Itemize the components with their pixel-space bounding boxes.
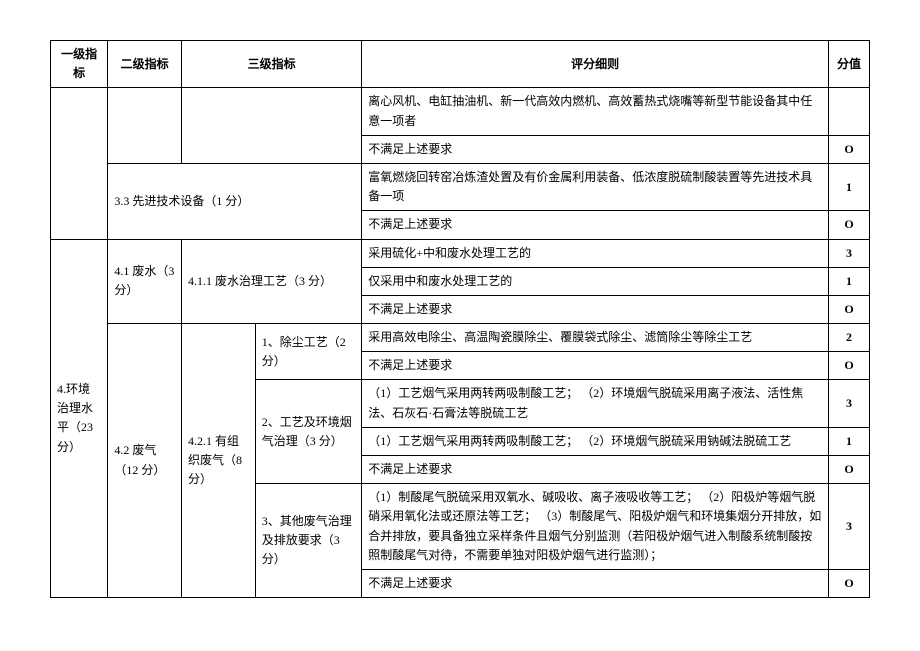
cell-score: 3: [829, 380, 870, 427]
cell-score: [829, 88, 870, 135]
header-l1: 一级指标: [51, 41, 108, 88]
table-row: 4.2 废气（12 分） 4.2.1 有组织废气（8 分） 1、除尘工艺（2 分…: [51, 324, 870, 352]
cell-l1-section4: 4.环境治理水平（23分）: [51, 239, 108, 598]
cell-rule: （1）工艺烟气采用两转两吸制酸工艺； （2）环境烟气脱硫采用钠碱法脱硫工艺: [362, 427, 829, 455]
cell-rule: 离心风机、电缸抽油机、新一代高效内燃机、高效蓄热式烧嘴等新型节能设备其中任意一项…: [362, 88, 829, 135]
header-rule: 评分细则: [362, 41, 829, 88]
cell-sub421: 4.2.1 有组织废气（8 分）: [182, 324, 256, 598]
cell-rule: 不满足上述要求: [362, 135, 829, 163]
cell-rule: 采用硫化+中和废水处理工艺的: [362, 239, 829, 267]
header-l3: 三级指标: [182, 41, 362, 88]
cell-score: 3: [829, 239, 870, 267]
cell-score: 1: [829, 163, 870, 210]
cell-rule: 采用高效电除尘、高温陶瓷膜除尘、覆膜袋式除尘、滤筒除尘等除尘工艺: [362, 324, 829, 352]
cell-g3-label: 3、其他废气治理及排放要求（3 分）: [255, 484, 361, 598]
cell-g2-label: 2、工艺及环境烟气治理（3 分）: [255, 380, 361, 484]
cell-rule: （1）工艺烟气采用两转两吸制酸工艺； （2）环境烟气脱硫采用离子液法、活性焦法、…: [362, 380, 829, 427]
cell-sub411: 4.1.1 废水治理工艺（3 分）: [182, 239, 362, 324]
cell-score: O: [829, 295, 870, 323]
header-score: 分值: [829, 41, 870, 88]
table-row: 离心风机、电缸抽油机、新一代高效内燃机、高效蓄热式烧嘴等新型节能设备其中任意一项…: [51, 88, 870, 135]
cell-rule: 富氧燃烧回转窑冶炼渣处置及有价金属利用装备、低浓度脱硫制酸装置等先进技术具备一项: [362, 163, 829, 210]
cell-rule: 仅采用中和废水处理工艺的: [362, 267, 829, 295]
cell-score: 3: [829, 484, 870, 570]
cell-score: 1: [829, 267, 870, 295]
table-row: 3.3 先进技术设备（1 分） 富氧燃烧回转窑冶炼渣处置及有价金属利用装备、低浓…: [51, 163, 870, 210]
cell-g1-label: 1、除尘工艺（2 分）: [255, 324, 361, 380]
header-row: 一级指标 二级指标 三级指标 评分细则 分值: [51, 41, 870, 88]
cell-rule: 不满足上述要求: [362, 456, 829, 484]
cell-score: O: [829, 211, 870, 239]
cell-score: 1: [829, 427, 870, 455]
cell-item42: 4.2 废气（12 分）: [108, 324, 182, 598]
header-l2: 二级指标: [108, 41, 182, 88]
cell-rule: （1）制酸尾气脱硫采用双氧水、碱吸收、离子液吸收等工艺； （2）阳极炉等烟气脱硝…: [362, 484, 829, 570]
cell-rule: 不满足上述要求: [362, 352, 829, 380]
cell-rule: 不满足上述要求: [362, 569, 829, 597]
cell-l3-empty: [182, 88, 362, 164]
cell-l1-empty: [51, 88, 108, 239]
scoring-table: 一级指标 二级指标 三级指标 评分细则 分值 离心风机、电缸抽油机、新一代高效内…: [50, 40, 870, 598]
cell-score: O: [829, 352, 870, 380]
cell-score: 2: [829, 324, 870, 352]
cell-rule: 不满足上述要求: [362, 295, 829, 323]
cell-item41: 4.1 废水（3分）: [108, 239, 182, 324]
table-row: 4.环境治理水平（23分） 4.1 废水（3分） 4.1.1 废水治理工艺（3 …: [51, 239, 870, 267]
cell-score: O: [829, 135, 870, 163]
cell-item33: 3.3 先进技术设备（1 分）: [108, 163, 362, 239]
cell-score: O: [829, 456, 870, 484]
cell-score: O: [829, 569, 870, 597]
cell-l2-empty: [108, 88, 182, 164]
cell-rule: 不满足上述要求: [362, 211, 829, 239]
